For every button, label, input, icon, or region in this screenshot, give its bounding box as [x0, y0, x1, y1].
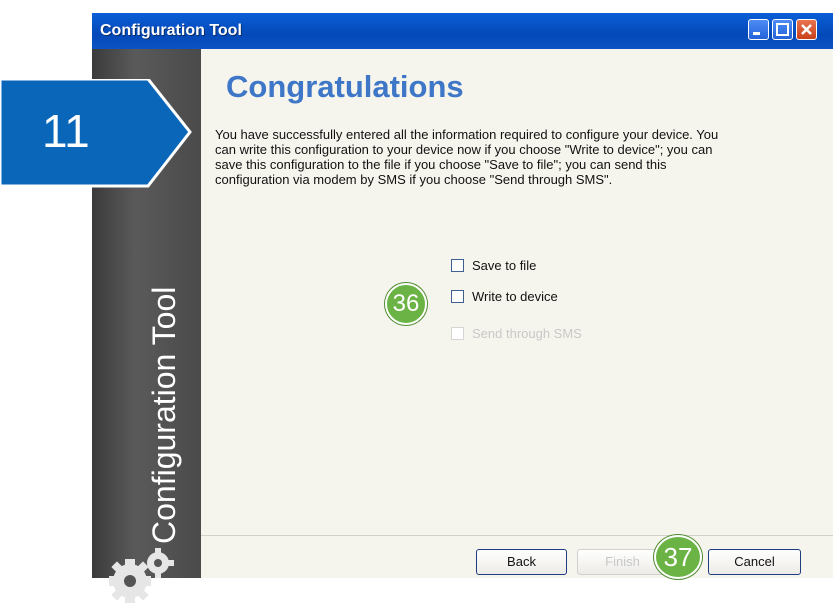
- page-heading: Congratulations: [226, 69, 464, 104]
- back-button[interactable]: Back: [476, 549, 567, 575]
- write-to-device-label: Write to device: [472, 289, 558, 304]
- page-description: You have successfully entered all the in…: [215, 127, 719, 187]
- wizard-content: Congratulations You have successfully en…: [201, 49, 833, 578]
- callout-37-badge: 37: [654, 535, 702, 579]
- cancel-button[interactable]: Cancel: [708, 549, 801, 575]
- footer-divider: [201, 535, 833, 536]
- title-bar[interactable]: Configuration Tool: [92, 13, 833, 49]
- step-number: 11: [42, 105, 90, 157]
- write-to-device-checkbox[interactable]: [451, 290, 464, 303]
- step-arrow: [0, 77, 200, 194]
- save-to-file-checkbox[interactable]: [451, 259, 464, 272]
- send-through-sms-label: Send through SMS: [472, 326, 582, 341]
- minimize-icon[interactable]: [748, 19, 769, 40]
- send-through-sms-checkbox: [451, 327, 464, 340]
- maximize-icon[interactable]: [772, 19, 793, 40]
- configuration-tool-window: Configuration Tool Configuration Tool Co…: [92, 0, 833, 603]
- sidebar-label: Configuration Tool: [146, 286, 182, 544]
- callout-36-badge: 36: [385, 283, 427, 325]
- write-to-device-option[interactable]: Write to device: [451, 289, 558, 304]
- save-to-file-option[interactable]: Save to file: [451, 258, 536, 273]
- window-title: Configuration Tool: [100, 22, 242, 39]
- send-through-sms-option: Send through SMS: [451, 326, 582, 341]
- save-to-file-label: Save to file: [472, 258, 537, 273]
- close-icon[interactable]: [796, 19, 817, 40]
